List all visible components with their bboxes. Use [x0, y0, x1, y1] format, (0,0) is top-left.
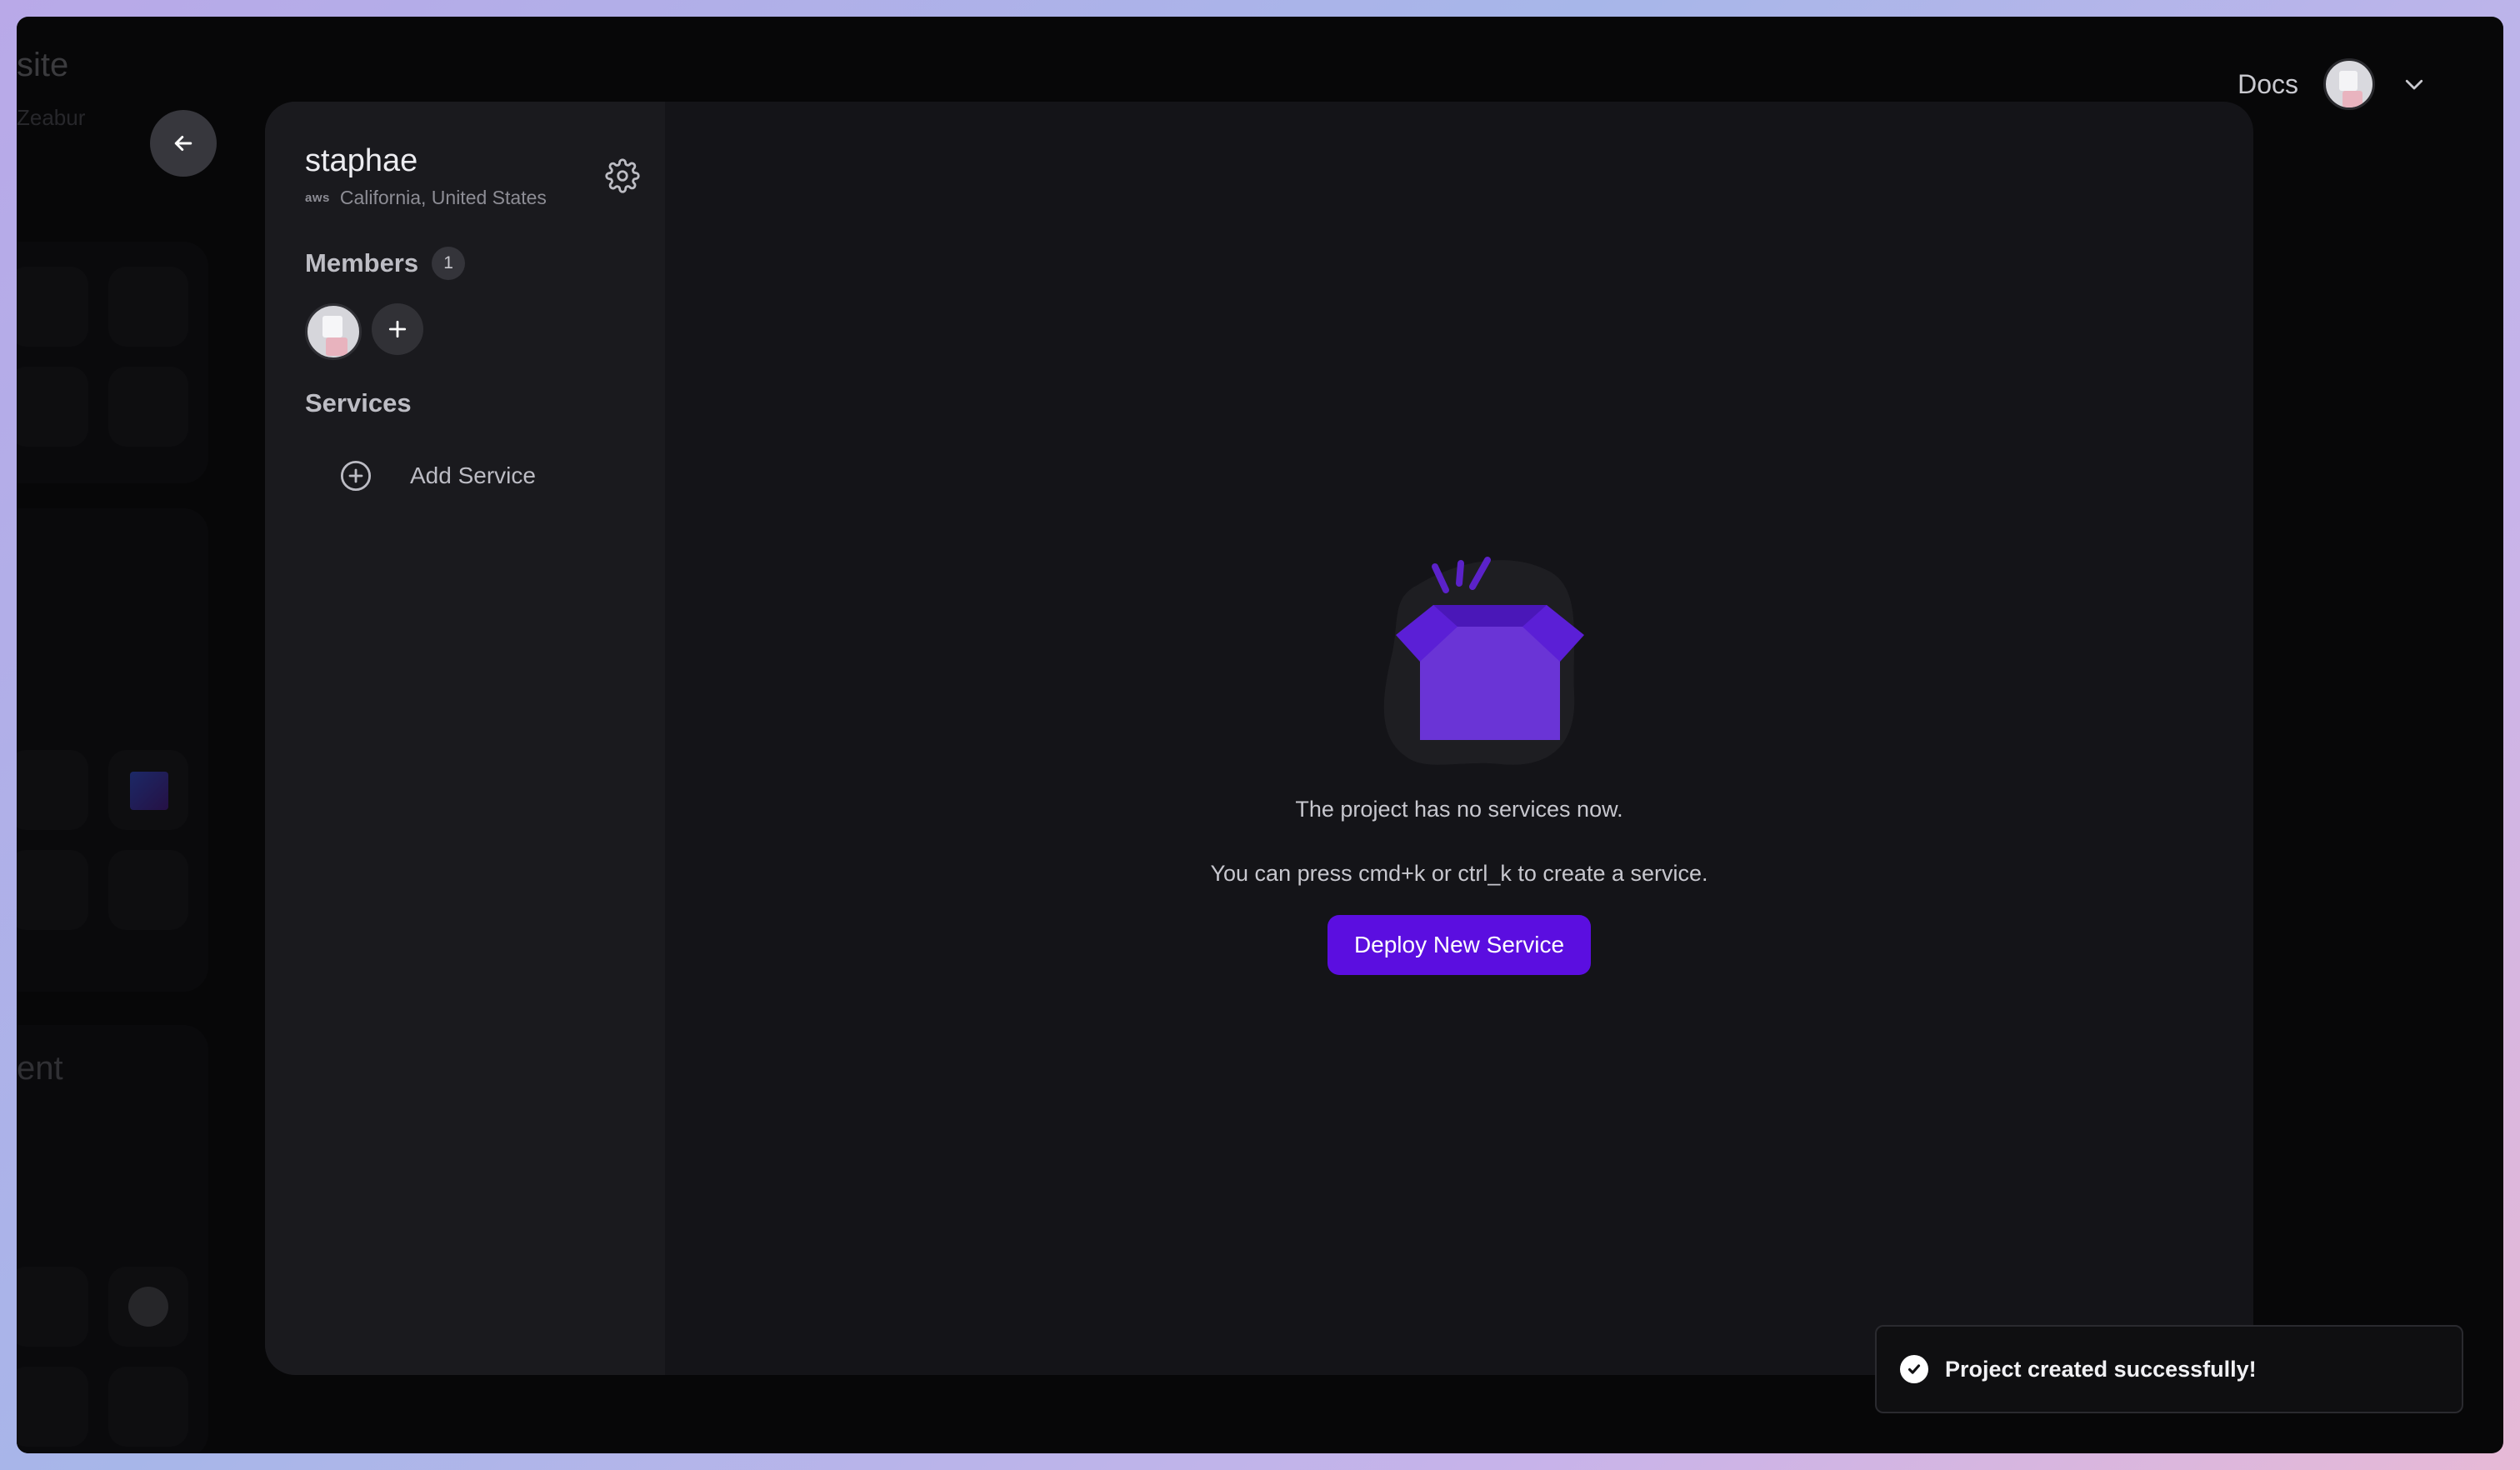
members-count-badge: 1	[432, 247, 466, 280]
aws-icon: aws	[305, 191, 330, 205]
gear-icon	[605, 158, 640, 193]
add-service-label: Add Service	[410, 462, 536, 488]
arrow-left-icon	[174, 136, 192, 151]
project-panel: staphae aws California, United States Me…	[265, 102, 2253, 1375]
project-name: staphae	[305, 143, 418, 178]
project-settings-button[interactable]	[605, 158, 640, 193]
user-avatar[interactable]	[2323, 58, 2375, 110]
add-member-button[interactable]	[372, 303, 423, 355]
plus-circle-icon	[340, 460, 372, 492]
docs-link[interactable]: Docs	[2238, 69, 2298, 100]
success-toast: Project created successfully!	[1875, 1325, 2463, 1413]
region-label: California, United States	[339, 187, 547, 208]
plus-icon	[388, 320, 407, 338]
app-window: site Zeabur ent Docs staphae aws Califor…	[17, 17, 2503, 1453]
account-menu-toggle[interactable]	[2400, 70, 2428, 98]
members-header: Members 1	[305, 247, 466, 280]
services-title: Services	[305, 388, 412, 418]
project-main: The project has no services now. You can…	[665, 102, 2253, 1375]
empty-state-hint: You can press cmd+k or ctrl_k to create …	[1210, 861, 1708, 886]
empty-state-message: The project has no services now.	[1295, 797, 1623, 822]
empty-state: The project has no services now. You can…	[665, 527, 2253, 975]
member-list	[305, 303, 423, 360]
deploy-new-service-button[interactable]: Deploy New Service	[1327, 915, 1592, 975]
back-button[interactable]	[150, 110, 217, 177]
members-title: Members	[305, 248, 419, 278]
toast-message: Project created successfully!	[1945, 1356, 2257, 1382]
top-right-nav: Docs	[2238, 58, 2428, 110]
open-box-illustration	[1383, 557, 1584, 765]
check-circle-icon	[1900, 1355, 1928, 1383]
add-service-button[interactable]: Add Service	[338, 458, 536, 493]
member-avatar[interactable]	[305, 303, 362, 360]
project-sidebar: staphae aws California, United States Me…	[265, 102, 665, 1375]
project-region: aws California, United States	[305, 187, 547, 209]
chevron-down-icon	[2405, 79, 2423, 90]
